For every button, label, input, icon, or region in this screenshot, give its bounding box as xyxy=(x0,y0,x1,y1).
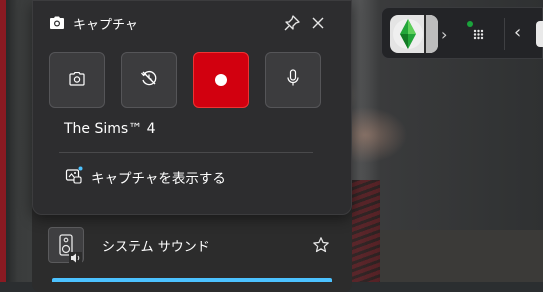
sims-app-button[interactable] xyxy=(390,15,438,53)
speaker-icon xyxy=(48,227,84,264)
record-dot-icon xyxy=(215,74,227,86)
system-sound-row: システム サウンド xyxy=(48,227,344,265)
star-icon[interactable] xyxy=(312,236,330,254)
app-switch-segment xyxy=(424,15,438,53)
widget-menu-icon[interactable] xyxy=(468,21,488,45)
close-icon[interactable] xyxy=(309,14,327,32)
camera-icon xyxy=(69,71,85,90)
history-icon xyxy=(140,69,158,91)
game-bar: › ‹ xyxy=(381,7,543,59)
camera-icon xyxy=(49,16,65,30)
pin-icon[interactable] xyxy=(283,14,301,32)
system-sound-label: システム サウンド xyxy=(102,240,210,255)
start-recording-button[interactable] xyxy=(193,52,249,108)
background-red-strip xyxy=(0,0,6,282)
chevron-right-icon[interactable]: › xyxy=(441,25,447,44)
chevron-left-icon[interactable]: ‹ xyxy=(514,22,521,43)
divider xyxy=(59,152,313,153)
capture-widget: キャプチャ The Sims™ 4 キャプチャを表示する xyxy=(32,0,352,215)
screenshot-button[interactable] xyxy=(49,52,105,108)
widget-title: キャプチャ xyxy=(49,13,138,33)
game-name: The Sims™ 4 xyxy=(64,121,156,137)
background-window-sill xyxy=(380,230,543,282)
microphone-icon xyxy=(286,69,300,91)
edge-tab[interactable] xyxy=(536,21,543,47)
show-captures-label: キャプチャを表示する xyxy=(91,171,226,187)
show-captures-link[interactable]: キャプチャを表示する xyxy=(65,166,226,188)
microphone-button[interactable] xyxy=(265,52,321,108)
volume-bar[interactable] xyxy=(52,278,332,282)
gallery-icon xyxy=(65,166,83,188)
widget-title-text: キャプチャ xyxy=(73,17,138,33)
game-bar-separator xyxy=(504,18,505,50)
record-last-button[interactable] xyxy=(121,52,177,108)
